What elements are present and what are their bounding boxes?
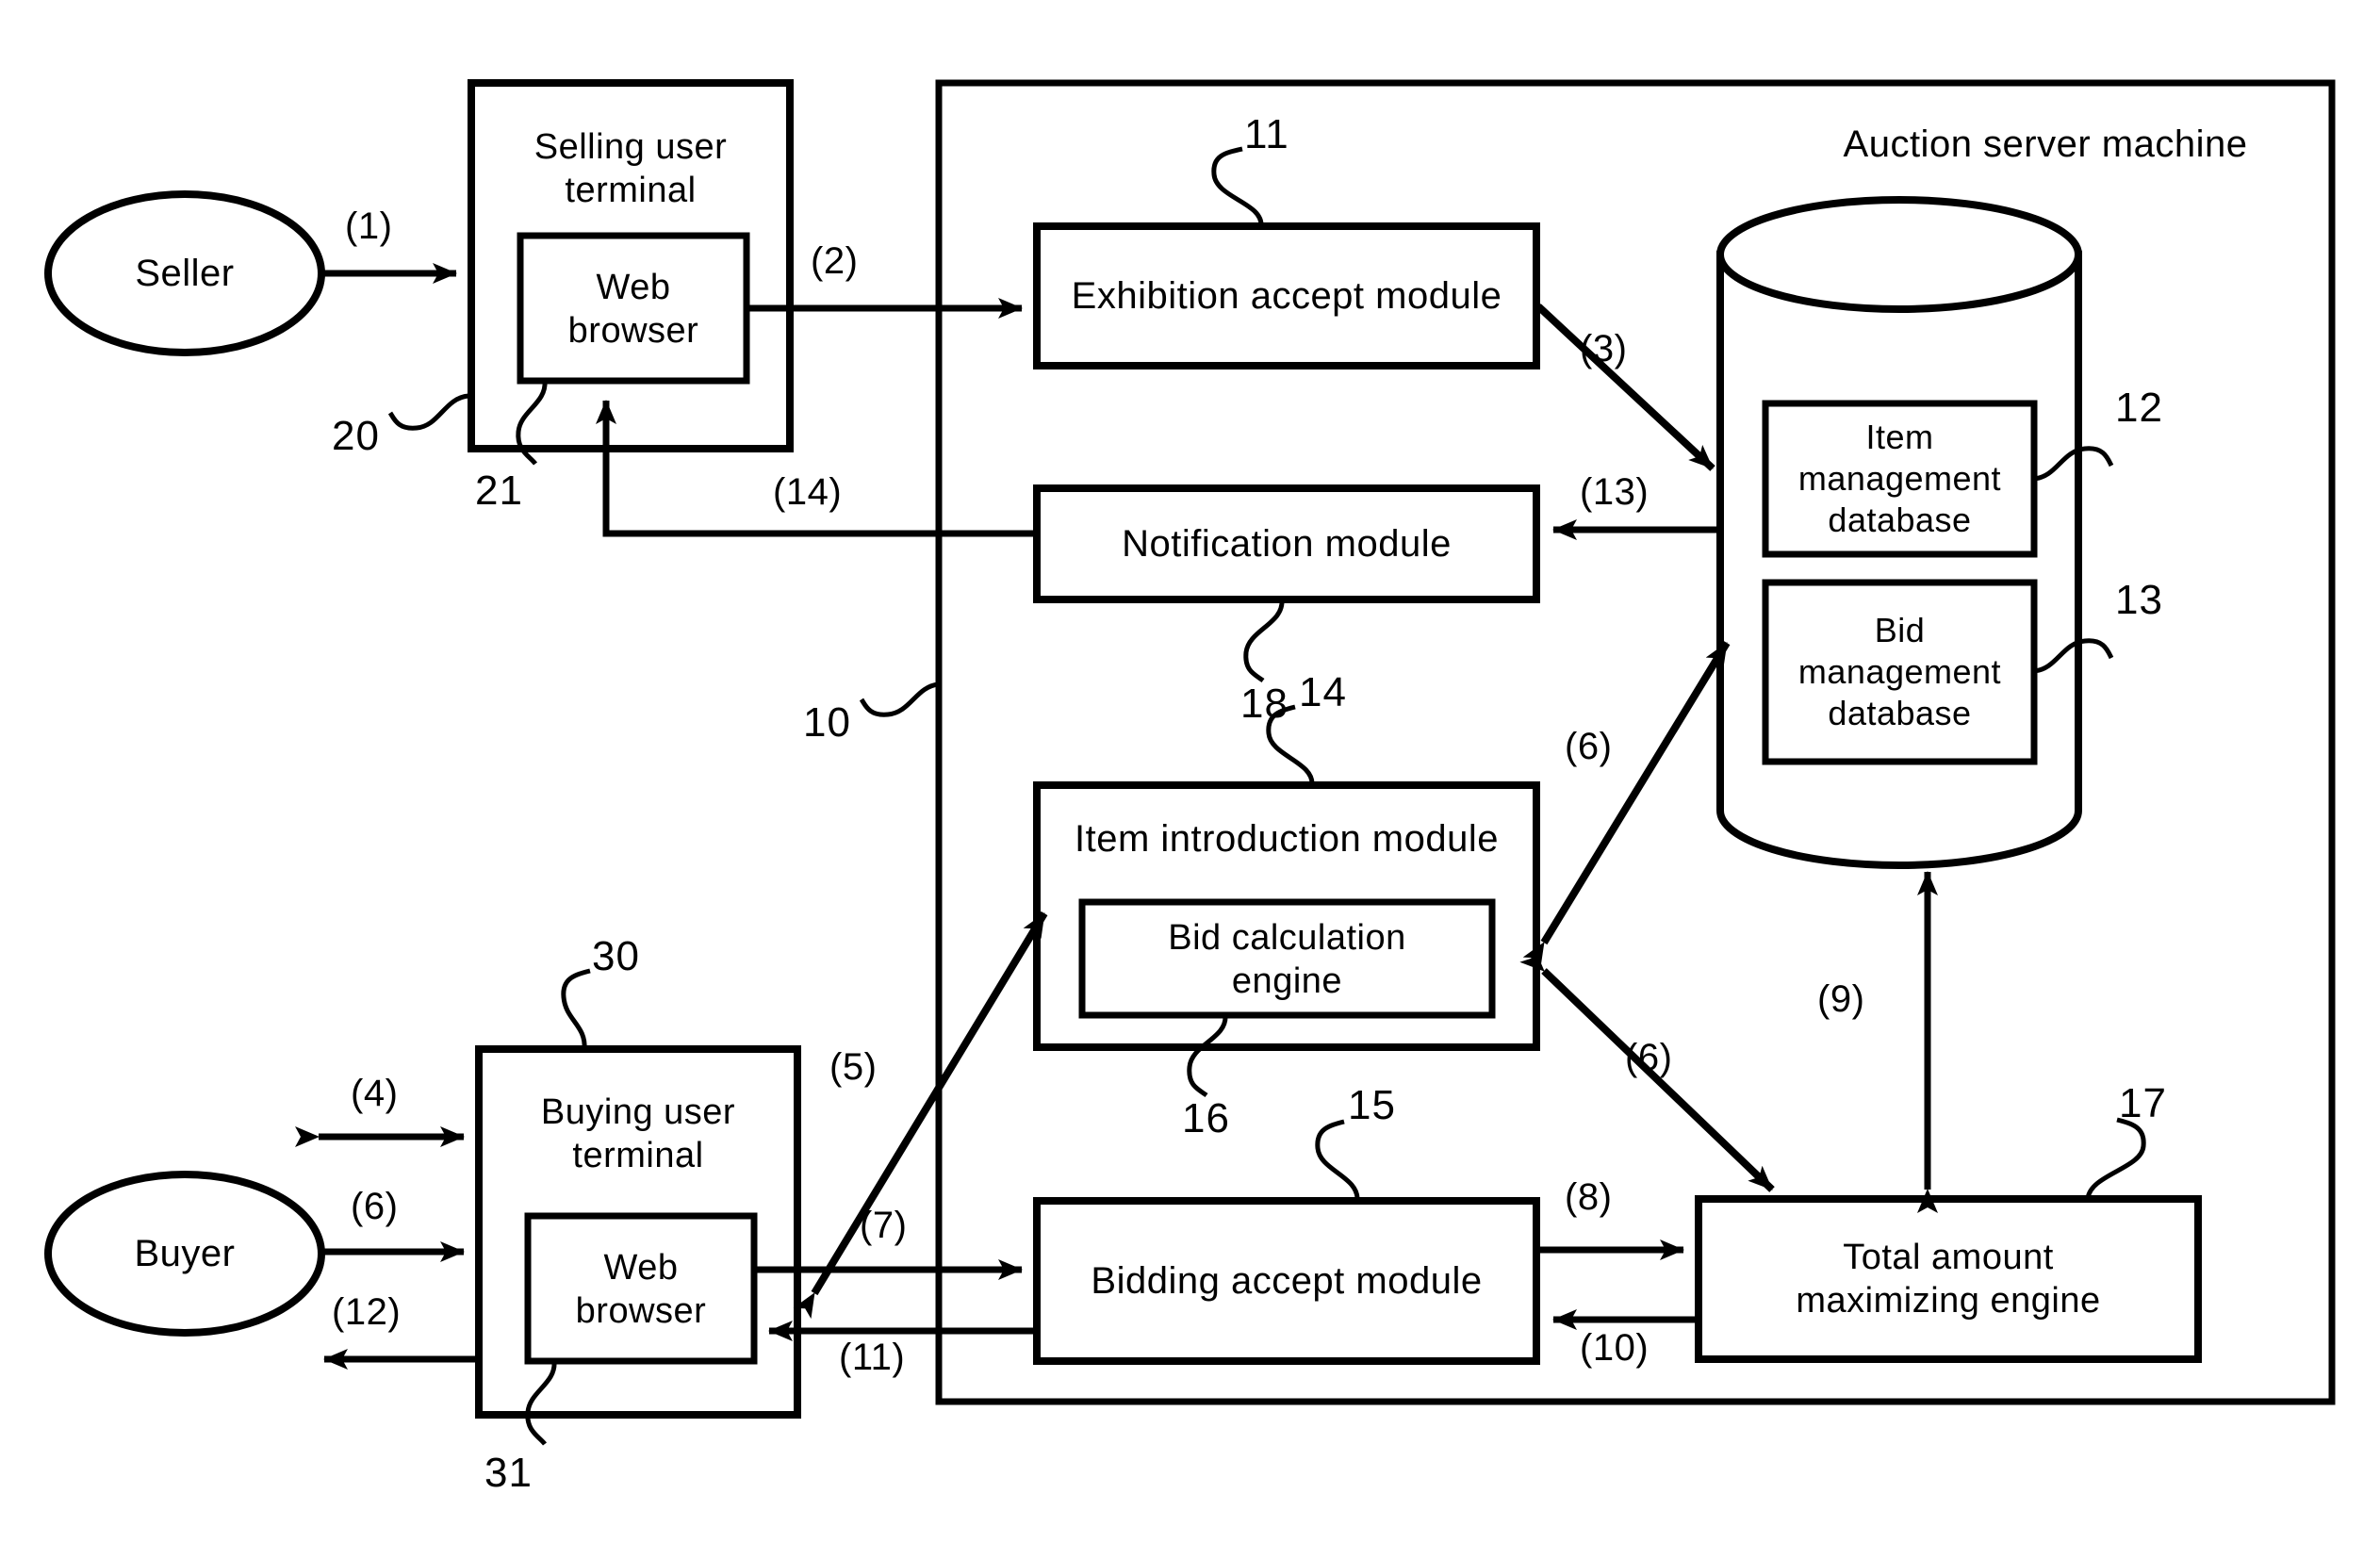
- leader-line-11: [1211, 146, 1264, 227]
- flow-arrow-6a: [1522, 640, 1731, 969]
- flow-label-12: (11): [839, 1337, 906, 1378]
- flow-label-7: (6): [351, 1186, 399, 1227]
- flow-label-11: (10): [1580, 1327, 1650, 1369]
- selling-web-browser-label: Web browser: [567, 267, 699, 351]
- flow-label-14: (13): [1580, 471, 1650, 513]
- exhibition-accept-module-label: Exhibition accept module: [1071, 274, 1502, 317]
- flow-arrow-5: [793, 911, 1048, 1320]
- bidding-accept-module-label: Bidding accept module: [1091, 1259, 1483, 1302]
- flow-label-9: (8): [1565, 1176, 1613, 1218]
- flow-label-6b: (6): [1625, 1037, 1673, 1078]
- ref-number-10: 10: [803, 699, 851, 746]
- leader-line-30: [561, 968, 591, 1050]
- bid-management-database-label: Bid management database: [1797, 611, 2002, 732]
- leader-line-20: [387, 393, 469, 431]
- notification-module-label: Notification module: [1122, 522, 1452, 565]
- ref-number-13: 13: [2115, 577, 2163, 623]
- leader-line-13: [2033, 638, 2114, 674]
- buying-web-browser-label: Web browser: [575, 1247, 707, 1331]
- ref-number-14: 14: [1299, 669, 1347, 715]
- item-introduction-module-label: Item introduction module: [1074, 817, 1499, 860]
- ref-number-31: 31: [484, 1450, 533, 1496]
- bid-calculation-engine-label: Bid calculation engine: [1168, 917, 1406, 1001]
- ref-number-15: 15: [1348, 1082, 1396, 1128]
- flow-label-2: (2): [811, 240, 859, 282]
- ref-number-20: 20: [332, 413, 380, 459]
- buyer-label: Buyer: [134, 1232, 236, 1274]
- flow-arrow-6b: [1519, 946, 1775, 1192]
- figure-canvas: Auction server machine Seller Buyer Sell…: [0, 0, 2380, 1543]
- auction-server-title: Auction server machine: [1843, 123, 2248, 165]
- leader-line-12: [2033, 446, 2114, 482]
- ref-number-12: 12: [2115, 385, 2163, 431]
- flow-label-10: (9): [1817, 978, 1865, 1020]
- ref-number-17: 17: [2119, 1080, 2167, 1126]
- leader-line-21: [516, 380, 548, 466]
- flow-label-3: (3): [1580, 328, 1628, 369]
- ref-number-30: 30: [592, 933, 640, 979]
- leader-line-15: [1315, 1119, 1360, 1202]
- buying-user-terminal-label: Buying user terminal: [540, 1092, 736, 1175]
- ref-number-21: 21: [475, 468, 523, 514]
- flow-label-6a: (6): [1565, 726, 1613, 767]
- flow-label-4: (4): [351, 1073, 399, 1114]
- leader-line-31: [525, 1360, 557, 1446]
- item-management-database-label: Item management database: [1797, 418, 2002, 539]
- flow-label-15: (14): [773, 471, 843, 513]
- leader-line-10: [859, 681, 940, 717]
- leader-line-17: [2085, 1117, 2146, 1200]
- leader-line-16: [1187, 1014, 1228, 1098]
- total-amount-maximizing-engine-label: Total amount maximizing engine: [1796, 1237, 2101, 1321]
- ref-number-16: 16: [1182, 1095, 1230, 1141]
- flow-label-13: (12): [332, 1291, 402, 1333]
- ref-number-11: 11: [1244, 111, 1289, 157]
- flow-label-8: (7): [860, 1205, 908, 1246]
- selling-user-terminal-label: Selling user terminal: [533, 126, 728, 210]
- leader-line-18: [1243, 599, 1285, 683]
- flow-label-5: (5): [829, 1046, 878, 1088]
- flow-label-1: (1): [345, 205, 393, 247]
- ref-number-18: 18: [1240, 681, 1288, 727]
- seller-label: Seller: [135, 252, 235, 294]
